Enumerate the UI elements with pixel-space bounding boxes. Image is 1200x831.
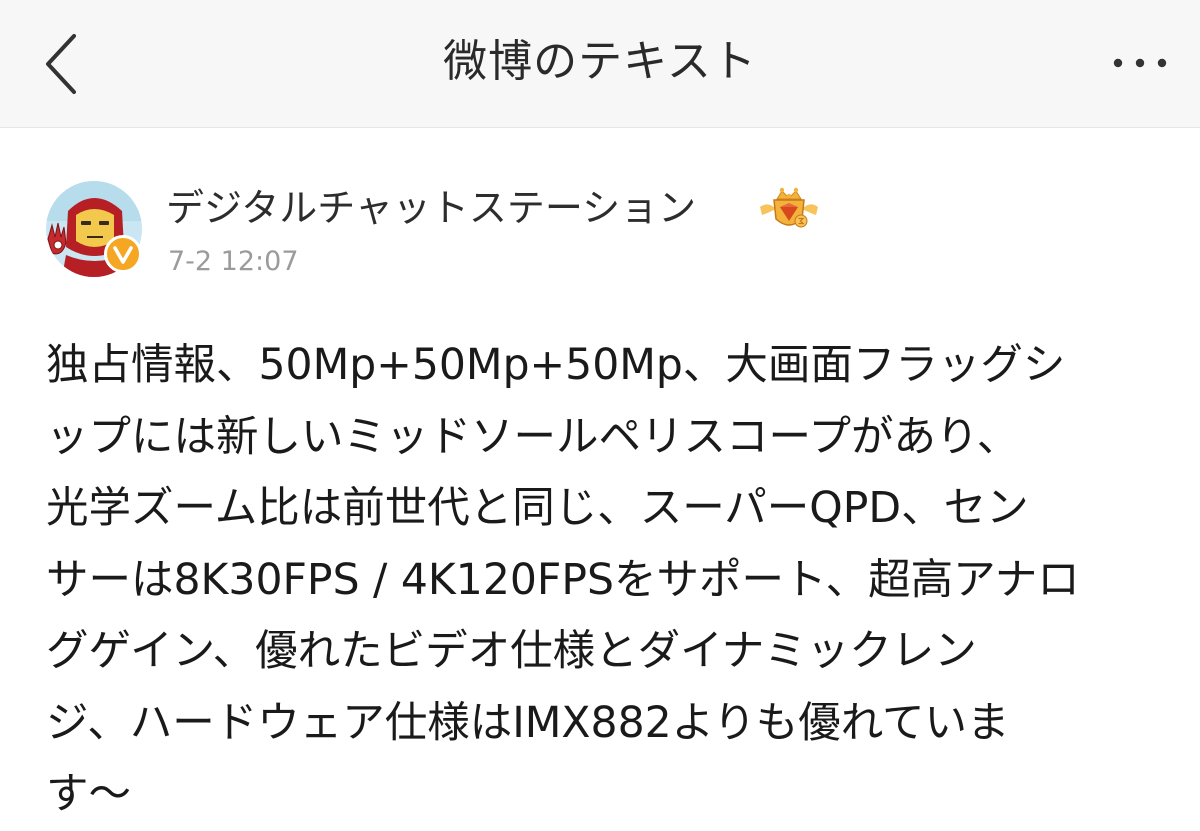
- post-text-line: ップには新しいミッドソールペリスコープがあり、: [46, 412, 1020, 462]
- more-options-button[interactable]: [1100, 38, 1180, 88]
- back-button[interactable]: [30, 24, 94, 104]
- page-title: 微博のテキスト: [443, 36, 757, 87]
- post-text-line: ジ、ハードウェア仕様はIMX882よりも優れていま: [46, 698, 1010, 748]
- post-body-text: 独占情報、50Mp+50Mp+50Mp、大画面フラッグシ ップには新しいミッドソ…: [46, 330, 1166, 831]
- verified-v-icon: [104, 235, 142, 273]
- gold-crown-icon[interactable]: [758, 185, 820, 235]
- post-timestamp: 7-2 12:07: [168, 246, 299, 277]
- post-text-line: グゲイン、優れたビデオ仕様とダイナミックレン: [46, 627, 977, 676]
- post-text-line: 光学ズーム比は前世代と同じ、スーパーQPD、セン: [46, 484, 1029, 533]
- chevron-left-icon: [46, 34, 76, 94]
- post-text-line: サーは8K30FPS / 4K120FPSをサポート、超高アナロ: [46, 555, 1080, 605]
- top-navigation-bar: 微博のテキスト: [0, 0, 1200, 128]
- author-name[interactable]: デジタルチャットステーション: [166, 180, 696, 236]
- post-text-line: す～: [46, 770, 132, 819]
- ellipsis-icon: [1113, 58, 1167, 68]
- post-text-line: 独占情報、50Mp+50Mp+50Mp、大画面フラッグシ: [46, 341, 1066, 390]
